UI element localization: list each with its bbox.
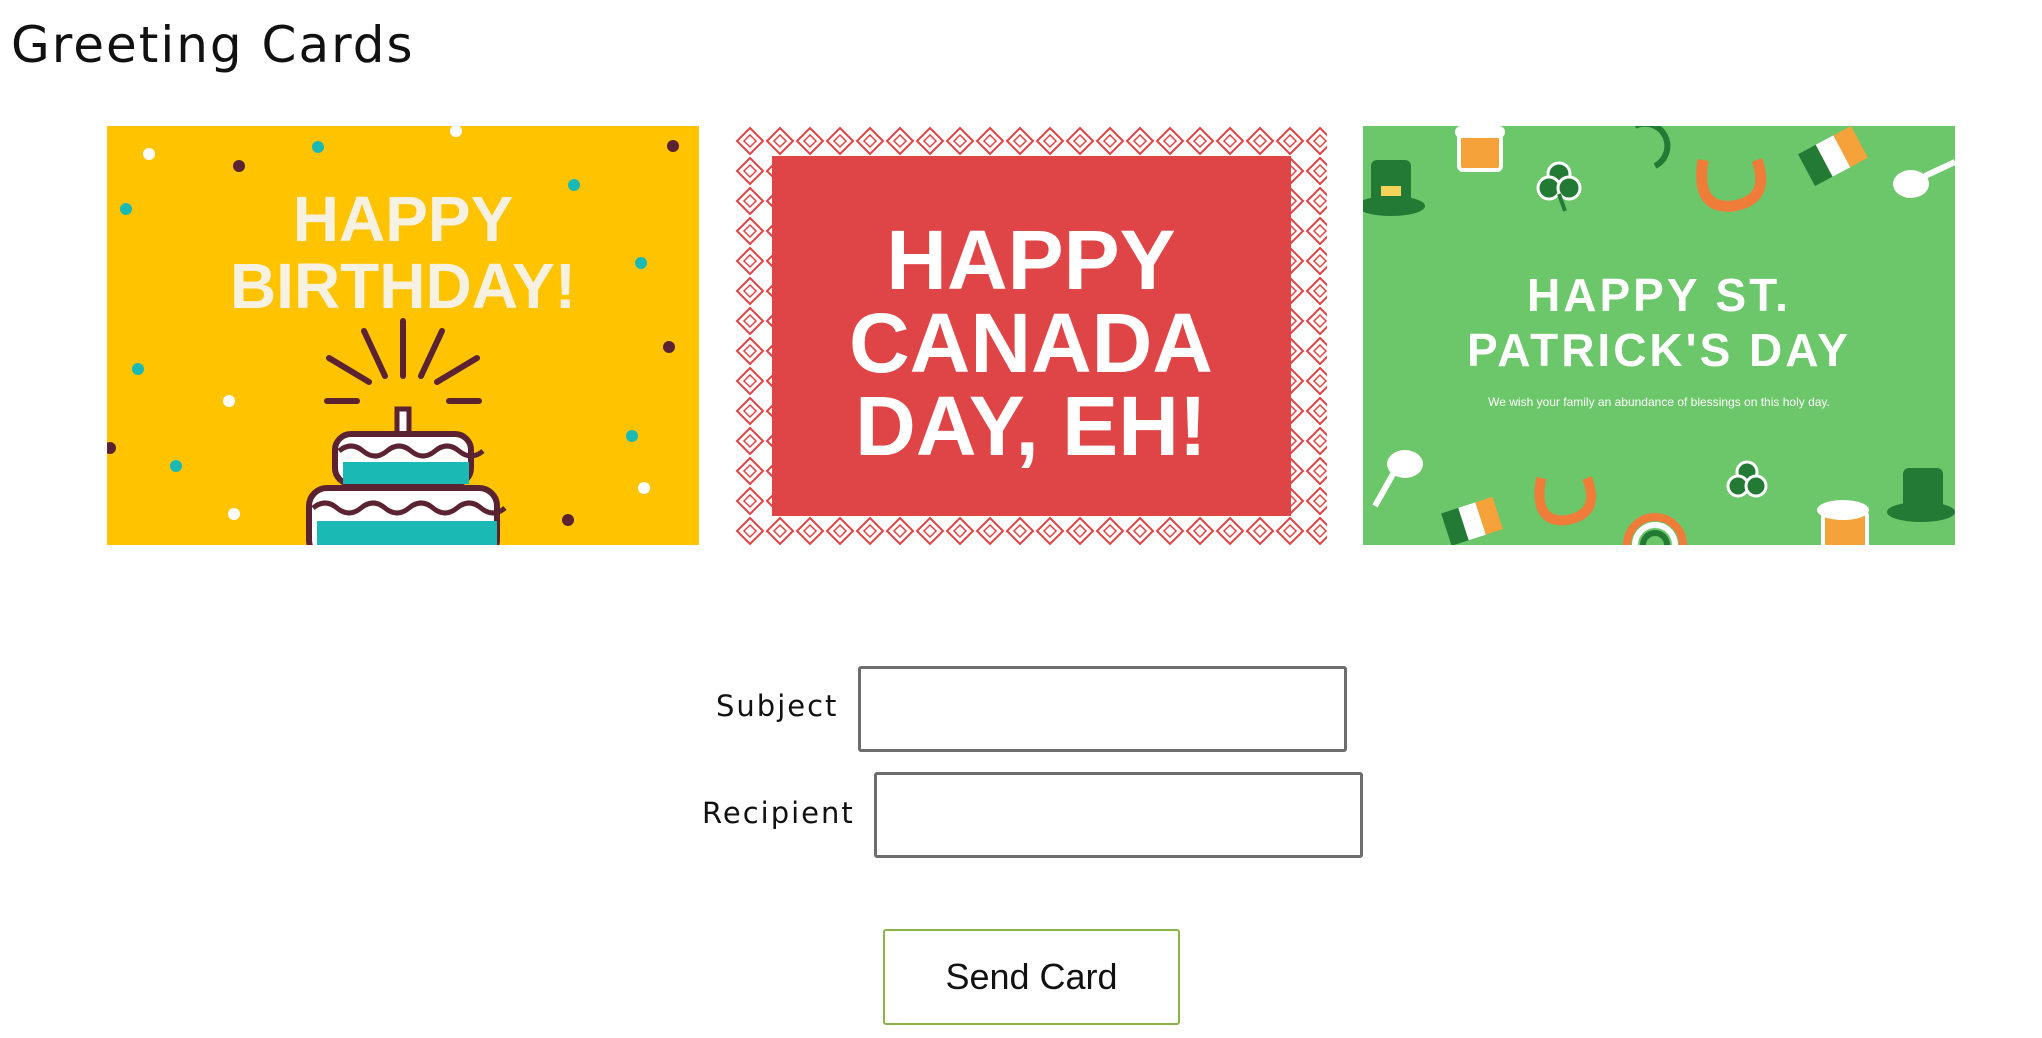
patrick-line-2: PATRICK'S DAY [1467, 324, 1851, 376]
canada-day-card-image: HAPPY CANADA DAY, EH! [735, 126, 1327, 545]
st-patricks-day-card[interactable]: HAPPY ST. PATRICK'S DAY We wish your fam… [1363, 126, 1955, 545]
canada-line-2: CANADA [849, 296, 1213, 390]
birthday-line-2: BIRTHDAY! [230, 250, 576, 322]
patrick-subtitle: We wish your family an abundance of bles… [1488, 395, 1830, 409]
page-title: Greeting Cards [11, 16, 415, 74]
subject-label: Subject [716, 689, 839, 723]
patrick-line-1: HAPPY ST. [1527, 269, 1791, 321]
birthday-card[interactable]: HAPPY BIRTHDAY! [107, 126, 699, 545]
st-patricks-card-image: HAPPY ST. PATRICK'S DAY We wish your fam… [1363, 126, 1955, 545]
send-card-button[interactable]: Send Card [883, 929, 1180, 1025]
recipient-label: Recipient [702, 796, 855, 830]
beer-mug-icon [1455, 126, 1505, 172]
subject-input[interactable] [858, 666, 1347, 752]
recipient-input[interactable] [874, 772, 1363, 858]
birthday-line-1: HAPPY [293, 183, 514, 255]
canada-line-3: DAY, EH! [855, 379, 1207, 473]
canada-line-1: HAPPY [886, 213, 1175, 307]
beer-mug-icon-bottom [1817, 500, 1869, 545]
birthday-card-image: HAPPY BIRTHDAY! [107, 126, 699, 545]
canada-day-card[interactable]: HAPPY CANADA DAY, EH! [735, 126, 1327, 545]
